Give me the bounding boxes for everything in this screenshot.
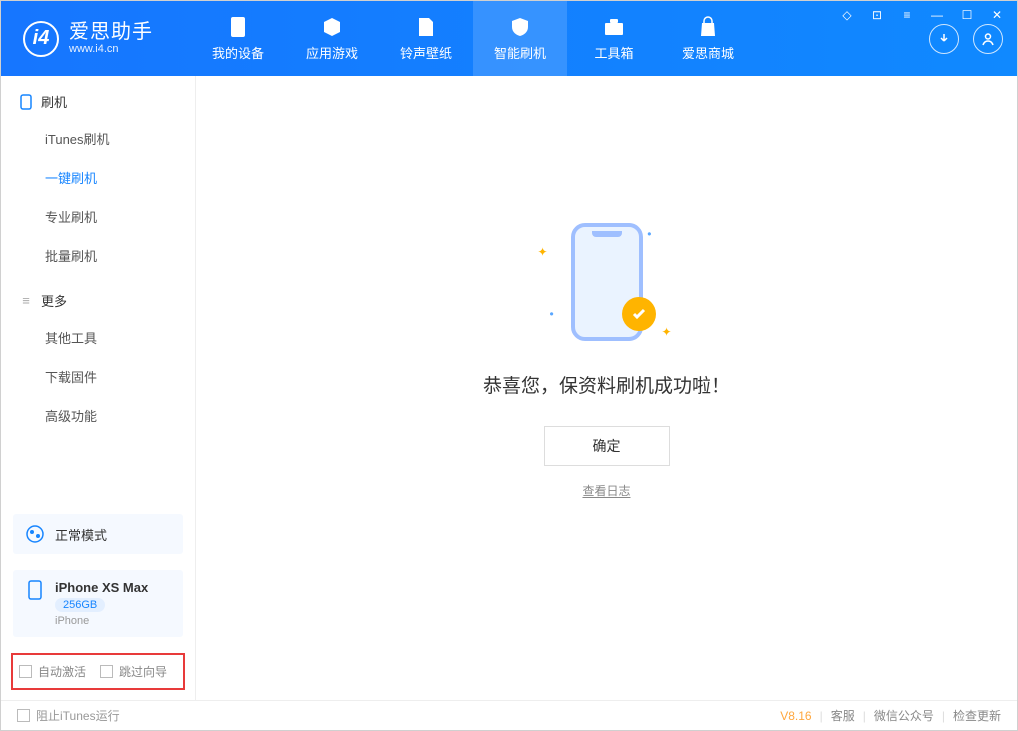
download-button[interactable]: [929, 24, 959, 54]
checkbox-block-itunes[interactable]: 阻止iTunes运行: [17, 707, 120, 724]
sparkle-icon: •: [550, 307, 554, 321]
music-file-icon: [414, 15, 438, 39]
device-card[interactable]: iPhone XS Max 256GB iPhone: [13, 570, 183, 637]
checkbox-auto-activate[interactable]: 自动激活: [19, 663, 86, 680]
sidebar-item-advanced[interactable]: 高级功能: [1, 396, 195, 435]
checkbox-label: 跳过向导: [119, 663, 167, 680]
sidebar-item-pro-flash[interactable]: 专业刷机: [1, 197, 195, 236]
toolbox-icon: [602, 15, 626, 39]
separator: |: [942, 709, 945, 723]
phone-outline-icon: [19, 95, 33, 109]
link-wechat[interactable]: 微信公众号: [874, 707, 934, 724]
app-header: i4 爱思助手 www.i4.cn 我的设备 应用游戏 铃声壁纸 智能刷机 工具…: [1, 1, 1017, 76]
checkbox-label: 自动激活: [38, 663, 86, 680]
sidebar-item-oneclick-flash[interactable]: 一键刷机: [1, 158, 195, 197]
success-message: 恭喜您，保资料刷机成功啦！: [483, 371, 730, 398]
tab-ringtone-wallpaper[interactable]: 铃声壁纸: [379, 1, 473, 76]
version-label: V8.16: [780, 709, 811, 723]
skin-icon[interactable]: ◇: [836, 6, 858, 24]
tab-smart-flash[interactable]: 智能刷机: [473, 1, 567, 76]
tab-toolbox[interactable]: 工具箱: [567, 1, 661, 76]
sidebar-item-download-firmware[interactable]: 下载固件: [1, 357, 195, 396]
sidebar-section-more: ≡ 更多: [1, 275, 195, 318]
status-bar: 阻止iTunes运行 V8.16 | 客服 | 微信公众号 | 检查更新: [1, 700, 1017, 730]
device-icon: [25, 580, 45, 600]
phone-icon: [226, 15, 250, 39]
mode-card[interactable]: 正常模式: [13, 514, 183, 554]
maximize-button[interactable]: ☐: [956, 6, 978, 24]
device-name: iPhone XS Max: [55, 580, 148, 595]
tab-label: 铃声壁纸: [400, 43, 452, 62]
tab-label: 应用游戏: [306, 43, 358, 62]
close-button[interactable]: ✕: [986, 6, 1008, 24]
menu-icon[interactable]: ≡: [896, 6, 918, 24]
tab-apps-games[interactable]: 应用游戏: [285, 1, 379, 76]
app-logo-icon: i4: [23, 21, 59, 57]
ok-button[interactable]: 确定: [544, 426, 670, 466]
minimize-button[interactable]: —: [926, 6, 948, 24]
section-title: 更多: [41, 291, 67, 310]
sidebar-section-flash: 刷机: [1, 76, 195, 119]
checkbox-icon: [19, 665, 32, 678]
checkbox-label: 阻止iTunes运行: [36, 707, 120, 724]
sparkle-icon: ✦: [538, 245, 548, 259]
window-controls: ◇ ⊡ ≡ — ☐ ✕: [836, 6, 1008, 24]
checkbox-skip-guide[interactable]: 跳过向导: [100, 663, 167, 680]
sidebar-item-batch-flash[interactable]: 批量刷机: [1, 236, 195, 275]
section-title: 刷机: [41, 92, 67, 111]
sparkle-icon: ✦: [661, 325, 671, 339]
success-illustration: ✦ • • ✦: [532, 217, 682, 347]
tab-store[interactable]: 爱思商城: [661, 1, 755, 76]
feedback-icon[interactable]: ⊡: [866, 6, 888, 24]
list-icon: ≡: [19, 294, 33, 308]
separator: |: [863, 709, 866, 723]
checkbox-icon: [100, 665, 113, 678]
mode-label: 正常模式: [55, 525, 107, 544]
tab-label: 爱思商城: [682, 43, 734, 62]
nav-tabs: 我的设备 应用游戏 铃声壁纸 智能刷机 工具箱 爱思商城: [191, 1, 755, 76]
device-storage-badge: 256GB: [55, 598, 105, 612]
bag-icon: [696, 15, 720, 39]
tab-label: 智能刷机: [494, 43, 546, 62]
checkbox-icon: [17, 709, 30, 722]
main-content: ✦ • • ✦ 恭喜您，保资料刷机成功啦！ 确定 查看日志: [196, 76, 1017, 700]
logo-block: i4 爱思助手 www.i4.cn: [1, 21, 191, 57]
sidebar-item-itunes-flash[interactable]: iTunes刷机: [1, 119, 195, 158]
tab-label: 我的设备: [212, 43, 264, 62]
device-type: iPhone: [55, 615, 148, 627]
tab-my-device[interactable]: 我的设备: [191, 1, 285, 76]
app-subtitle: www.i4.cn: [69, 43, 153, 55]
flash-options-highlight: 自动激活 跳过向导: [11, 653, 185, 690]
link-support[interactable]: 客服: [831, 707, 855, 724]
view-log-link[interactable]: 查看日志: [582, 482, 630, 499]
separator: |: [820, 709, 823, 723]
link-check-update[interactable]: 检查更新: [953, 707, 1001, 724]
tab-label: 工具箱: [594, 43, 633, 62]
shield-refresh-icon: [508, 15, 532, 39]
cube-icon: [320, 15, 344, 39]
check-badge-icon: [622, 297, 656, 331]
mode-icon: [25, 524, 45, 544]
sparkle-icon: •: [647, 227, 651, 241]
sidebar-item-other-tools[interactable]: 其他工具: [1, 318, 195, 357]
sidebar: 刷机 iTunes刷机 一键刷机 专业刷机 批量刷机 ≡ 更多 其他工具 下载固…: [1, 76, 196, 700]
app-title: 爱思助手: [69, 21, 153, 43]
account-button[interactable]: [973, 24, 1003, 54]
